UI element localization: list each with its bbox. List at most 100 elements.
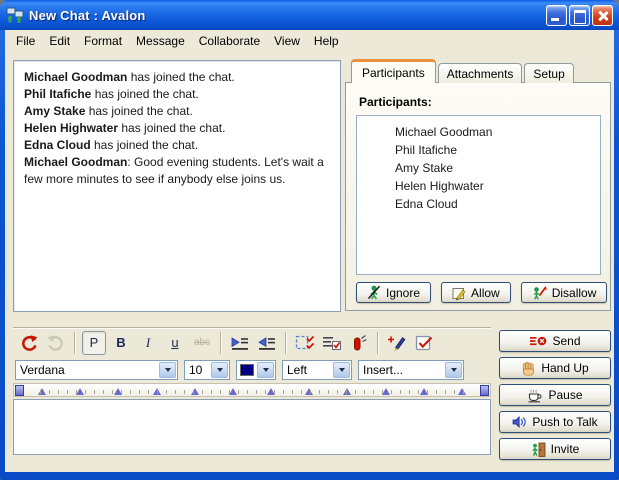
participant-row[interactable]: Amy Stake [395,159,600,177]
invite-button[interactable]: Invite [499,438,611,460]
compose-area: P B I u abc [13,327,491,455]
tab-strip: Participants Attachments Setup [351,59,574,83]
indent-icon[interactable] [228,331,252,355]
sender-name: Michael Goodman [24,70,127,84]
italic-button[interactable]: I [136,331,160,355]
participants-label: Participants: [359,95,432,109]
chat-message: Michael Goodman has joined the chat. [24,69,330,86]
menu-message[interactable]: Message [129,32,192,50]
menu-help[interactable]: Help [307,32,346,50]
send-icon [529,334,547,348]
tab-stop-marker [229,388,237,395]
undo-icon[interactable] [17,331,41,355]
tab-stop-marker [114,388,122,395]
send-button[interactable]: Send [499,330,611,352]
action-buttons: Send Hand Up [499,330,611,460]
font-size-value: 10 [185,361,210,379]
participant-row[interactable]: Helen Highwater [395,177,600,195]
hand-up-label: Hand Up [541,361,588,375]
menu-collaborate[interactable]: Collaborate [192,32,267,50]
font-family-select[interactable]: Verdana [15,360,178,380]
insert-select[interactable]: Insert... [358,360,464,380]
message-input[interactable] [13,399,491,455]
indent-marker-left[interactable] [15,385,24,396]
dropdown-button[interactable] [211,362,228,378]
sender-name: Phil Itafiche [24,87,91,101]
tab-setup[interactable]: Setup [524,63,573,83]
signature-icon[interactable] [385,331,409,355]
separator [285,332,287,354]
ignore-label: Ignore [386,286,420,300]
chat-transcript[interactable]: Michael Goodman has joined the chat. Phi… [13,60,341,312]
chevron-down-icon [217,368,223,372]
participants-list[interactable]: Michael Goodman Phil Itafiche Amy Stake … [356,115,601,275]
font-color-select[interactable] [236,360,276,380]
client-area: File Edit Format Message Collaborate Vie… [5,30,614,472]
participant-row[interactable]: Edna Cloud [395,195,600,213]
participant-actions: Ignore Allow [356,282,607,303]
separator [74,332,76,354]
sender-name: Michael Goodman [24,155,127,169]
tab-stop-marker [458,388,466,395]
tab-stop-marker [267,388,275,395]
sender-name: Edna Cloud [24,138,91,152]
push-to-talk-button[interactable]: Push to Talk [499,411,611,433]
allow-label: Allow [471,286,500,300]
menu-edit[interactable]: Edit [42,32,77,50]
tab-stop-marker [191,388,199,395]
chevron-down-icon [451,368,457,372]
tab-attachments[interactable]: Attachments [438,63,523,83]
title-bar[interactable]: New Chat : Avalon [0,0,619,30]
invite-label: Invite [551,442,580,456]
indent-marker-right[interactable] [480,385,489,396]
font-family-value: Verdana [16,361,158,379]
participant-row[interactable]: Michael Goodman [395,123,600,141]
coffee-cup-icon [527,388,543,403]
marker-icon[interactable] [347,331,371,355]
dropdown-button[interactable] [445,362,462,378]
sender-name: Amy Stake [24,104,85,118]
tab-stop-marker [38,388,46,395]
allow-button[interactable]: Allow [441,282,511,303]
disallow-button[interactable]: Disallow [521,282,608,303]
menu-view[interactable]: View [267,32,307,50]
font-size-select[interactable]: 10 [184,360,230,380]
menu-file[interactable]: File [9,32,42,50]
pause-button[interactable]: Pause [499,384,611,406]
message-text: has joined the chat. [91,138,198,152]
menu-format[interactable]: Format [77,32,129,50]
chevron-down-icon [263,368,269,372]
tab-participants[interactable]: Participants [351,59,436,83]
select-check-icon[interactable] [293,331,317,355]
bold-button[interactable]: B [109,331,133,355]
outdent-icon[interactable] [255,331,279,355]
redo-icon [44,331,68,355]
alignment-select[interactable]: Left [282,360,352,380]
participant-row[interactable]: Phil Itafiche [395,141,600,159]
chat-message: Michael Goodman: Good evening students. … [24,154,330,188]
tab-ruler[interactable] [13,383,491,397]
dropdown-button[interactable] [333,362,350,378]
chat-message: Edna Cloud has joined the chat. [24,137,330,154]
disallow-person-icon [532,285,547,300]
allow-note-icon [452,286,466,300]
spellcheck-icon[interactable] [412,331,436,355]
maximize-icon[interactable] [569,5,590,26]
close-icon[interactable] [592,5,613,26]
hand-up-button[interactable]: Hand Up [499,357,611,379]
send-label: Send [552,334,580,348]
alignment-value: Left [283,361,332,379]
tab-stop-marker [76,388,84,395]
tab-stop-marker [420,388,428,395]
underline-button[interactable]: u [163,331,187,355]
list-check-icon[interactable] [320,331,344,355]
invite-door-icon [531,442,546,457]
plain-style-button[interactable]: P [82,331,106,355]
ignore-button[interactable]: Ignore [356,282,431,303]
dropdown-button[interactable] [159,362,176,378]
tab-stops [38,388,466,395]
minimize-icon[interactable] [546,5,567,26]
pause-label: Pause [548,388,582,402]
color-swatch [240,364,254,376]
dropdown-button[interactable] [257,362,274,378]
